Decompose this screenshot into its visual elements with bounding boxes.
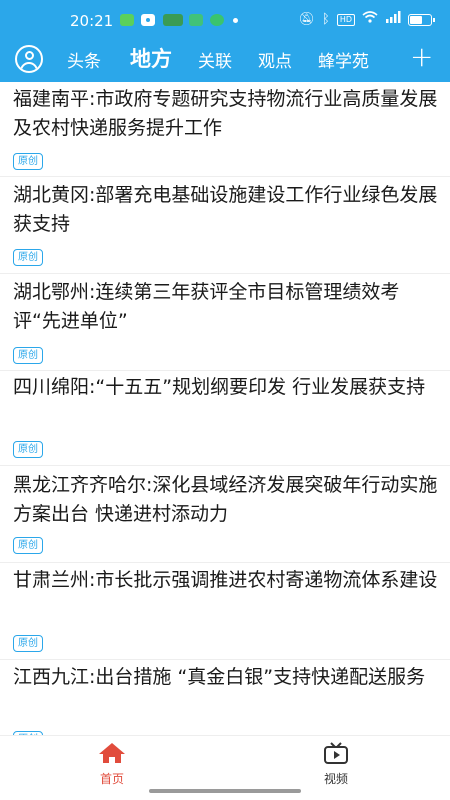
home-icon <box>99 743 125 763</box>
original-badge: 原创 <box>13 537 43 554</box>
news-item[interactable]: 福建南平:市政府专题研究支持物流行业高质量发展及农村快递服务提升工作 原创 <box>0 82 450 177</box>
tab-related[interactable]: 关联 <box>198 47 232 72</box>
news-title[interactable]: 甘肃兰州:市长批示强调推进农村寄递物流体系建设 <box>13 566 438 595</box>
status-bar: 20:21 🔕︎ ᛒ HD <box>0 0 450 40</box>
tab-opinion[interactable]: 观点 <box>258 47 292 72</box>
tab-bar: 头条 地方 关联 观点 蜂学苑 + <box>0 42 450 78</box>
system-icons: 🔕︎ ᛒ HD <box>298 11 435 28</box>
news-title[interactable]: 黑龙江齐齐哈尔:深化县域经济发展突破年行动实施方案出台 快递进村添动力 <box>13 471 438 529</box>
news-title[interactable]: 湖北鄂州:连续第三年获评全市目标管理绩效考评“先进单位” <box>13 278 438 336</box>
tab-headlines[interactable]: 头条 <box>67 47 101 72</box>
battery-icon <box>408 13 435 26</box>
message-notification-icon <box>120 14 134 26</box>
security-notification-icon <box>189 14 203 26</box>
more-notifications-icon <box>233 18 238 23</box>
signal-icon <box>385 11 401 28</box>
bluetooth-icon: ᛒ <box>322 11 330 27</box>
hd-icon: HD <box>336 13 355 26</box>
original-badge: 原创 <box>13 635 43 652</box>
gesture-bar[interactable] <box>149 789 301 793</box>
original-badge: 原创 <box>13 153 43 170</box>
news-title[interactable]: 福建南平:市政府专题研究支持物流行业高质量发展及农村快递服务提升工作 <box>13 85 438 143</box>
nav-video[interactable]: 视频 <box>306 742 366 787</box>
original-badge: 原创 <box>13 347 43 364</box>
wallet-notification-icon <box>163 14 183 26</box>
app-notification-icon <box>141 14 155 26</box>
news-list: 福建南平:市政府专题研究支持物流行业高质量发展及农村快递服务提升工作 原创 湖北… <box>0 82 450 735</box>
news-title[interactable]: 四川绵阳:“十五五”规划纲要印发 行业发展获支持 <box>13 373 438 402</box>
news-item[interactable]: 四川绵阳:“十五五”规划纲要印发 行业发展获支持 原创 <box>0 371 450 466</box>
user-avatar-icon[interactable] <box>15 45 43 73</box>
tab-local[interactable]: 地方 <box>130 43 172 73</box>
phone-notification-icon <box>210 14 224 26</box>
add-tab-button[interactable]: + <box>410 42 433 72</box>
app-header: 20:21 🔕︎ ᛒ HD 头条 地方 关联 观点 蜂学苑 + <box>0 0 450 82</box>
original-badge: 原创 <box>13 249 43 266</box>
original-badge: 原创 <box>13 441 43 458</box>
mute-icon: 🔕︎ <box>298 11 315 27</box>
video-icon <box>324 742 348 764</box>
nav-home[interactable]: 首页 <box>82 742 142 787</box>
news-title[interactable]: 湖北黄冈:部署充电基础设施建设工作行业绿色发展获支持 <box>13 181 438 239</box>
news-item[interactable]: 江西九江:出台措施 “真金白银”支持快递配送服务 原创 <box>0 660 450 735</box>
nav-video-label: 视频 <box>323 772 348 786</box>
news-item[interactable]: 湖北黄冈:部署充电基础设施建设工作行业绿色发展获支持 原创 <box>0 177 450 274</box>
news-item[interactable]: 黑龙江齐齐哈尔:深化县域经济发展突破年行动实施方案出台 快递进村添动力 原创 <box>0 466 450 563</box>
wifi-icon <box>362 11 378 28</box>
news-title[interactable]: 江西九江:出台措施 “真金白银”支持快递配送服务 <box>13 663 438 692</box>
status-time: 20:21 <box>70 12 114 30</box>
news-item[interactable]: 甘肃兰州:市长批示强调推进农村寄递物流体系建设 原创 <box>0 563 450 660</box>
tab-academy[interactable]: 蜂学苑 <box>318 47 369 72</box>
news-item[interactable]: 湖北鄂州:连续第三年获评全市目标管理绩效考评“先进单位” 原创 <box>0 274 450 371</box>
nav-home-label: 首页 <box>99 772 124 786</box>
